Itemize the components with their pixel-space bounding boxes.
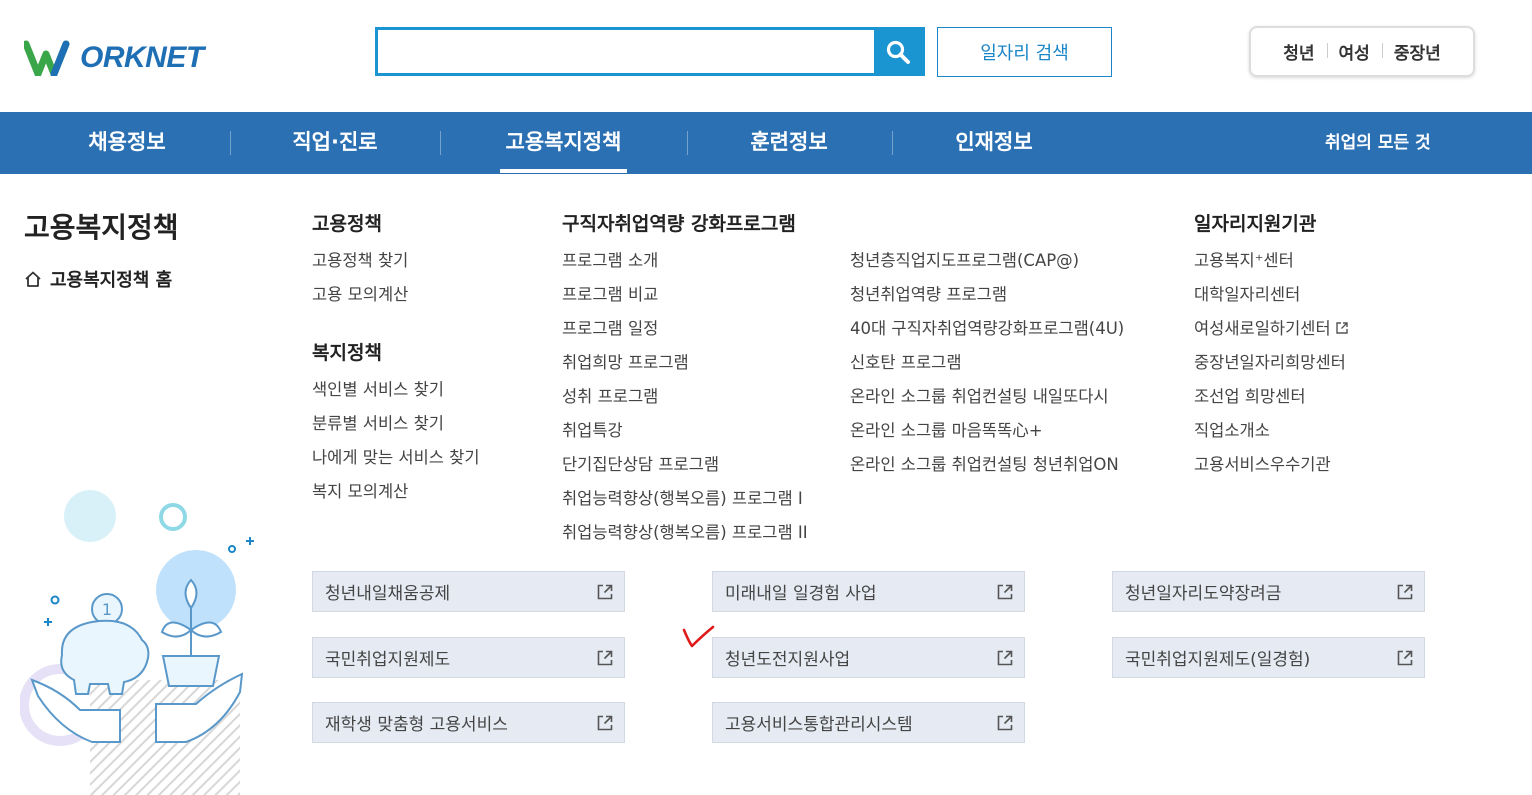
employment-policy-heading: 고용정책 xyxy=(312,213,382,235)
external-link-icon xyxy=(597,715,613,730)
external-link-icon xyxy=(997,715,1013,730)
menu-link[interactable]: 취업희망 프로그램 xyxy=(562,349,689,373)
quick-link-label: 청년일자리도약장려금 xyxy=(1125,584,1282,604)
quick-link-label: 청년도전지원사업 xyxy=(725,650,851,670)
nav-divider xyxy=(687,131,688,155)
menu-link[interactable]: 청년층직업지도프로그램(CAP@) xyxy=(850,247,1079,271)
menu-link[interactable]: 온라인 소그룹 취업컨설팅 내일또다시 xyxy=(850,383,1109,407)
menu-link[interactable]: 중장년일자리희망센터 xyxy=(1194,349,1346,373)
welfare-policy-heading: 복지정책 xyxy=(312,342,382,364)
menu-link[interactable]: 분류별 서비스 찾기 xyxy=(312,410,444,434)
quick-link[interactable]: 청년내일채움공제 xyxy=(312,571,625,612)
external-link-icon xyxy=(1397,584,1413,599)
svg-text:1: 1 xyxy=(102,600,112,619)
search-box xyxy=(375,27,925,76)
quick-link[interactable]: 청년도전지원사업 xyxy=(712,637,1025,678)
menu-link[interactable]: 고용서비스우수기관 xyxy=(1194,451,1331,475)
menu-link[interactable]: 조선업 희망센터 xyxy=(1194,383,1306,407)
quick-link[interactable]: 고용서비스통합관리시스템 xyxy=(712,702,1025,743)
header: ORKNET 일자리 검색 청년 여성 중장년 xyxy=(0,0,1532,112)
external-link-icon xyxy=(597,584,613,599)
quick-link-label: 재학생 맞춤형 고용서비스 xyxy=(325,715,508,735)
menu-link[interactable]: 복지 모의계산 xyxy=(312,478,408,502)
menu-link[interactable]: 단기집단상담 프로그램 xyxy=(562,451,719,475)
nav-talent[interactable]: 인재정보 xyxy=(951,112,1037,174)
menu-link[interactable]: 온라인 소그룹 취업컨설팅 청년취업ON xyxy=(850,451,1119,475)
quick-link[interactable]: 미래내일 일경험 사업 xyxy=(712,571,1025,612)
menu-link[interactable]: 취업특강 xyxy=(562,417,623,441)
menu-link[interactable]: 색인별 서비스 찾기 xyxy=(312,376,444,400)
menu-link[interactable]: 취업능력향상(행복오름) 프로그램 I xyxy=(562,485,803,509)
quick-link[interactable]: 국민취업지원제도 xyxy=(312,637,625,678)
search-input[interactable] xyxy=(378,30,874,73)
section-home-label: 고용복지정책 홈 xyxy=(50,270,173,291)
section-home-link[interactable]: 고용복지정책 홈 xyxy=(24,266,172,292)
menu-link[interactable]: 나에게 맞는 서비스 찾기 xyxy=(312,444,480,468)
search-icon xyxy=(886,40,910,64)
programs-heading: 구직자취업역량 강화프로그램 xyxy=(562,213,796,235)
nav-active-indicator xyxy=(500,169,627,173)
home-icon xyxy=(25,271,41,287)
savings-illustration: 1 xyxy=(20,490,254,795)
menu-link[interactable]: 성취 프로그램 xyxy=(562,383,658,407)
nav-employment-welfare[interactable]: 고용복지정책 xyxy=(500,112,627,174)
menu-link[interactable]: 고용 모의계산 xyxy=(312,281,408,305)
worknet-logo[interactable]: ORKNET xyxy=(24,36,219,80)
menu-link[interactable]: 온라인 소그룹 마음똑똑心+ xyxy=(850,417,1043,441)
menu-link-external[interactable]: 여성새로일하기센터 xyxy=(1194,315,1349,339)
menu-link[interactable]: 청년취업역량 프로그램 xyxy=(850,281,1007,305)
nav-all-about-jobs[interactable]: 취업의 모든 것 xyxy=(1325,112,1431,174)
menu-link[interactable]: 프로그램 비교 xyxy=(562,281,658,305)
logo-text: ORKNET xyxy=(80,41,204,74)
external-link-icon xyxy=(1397,650,1413,665)
external-link-icon xyxy=(1335,322,1348,334)
menu-link-label: 여성새로일하기센터 xyxy=(1194,319,1331,338)
quick-link[interactable]: 재학생 맞춤형 고용서비스 xyxy=(312,702,625,743)
target-group-selector: 청년 여성 중장년 xyxy=(1249,26,1475,77)
target-middle-aged-link[interactable]: 중장년 xyxy=(1381,39,1453,64)
nav-divider xyxy=(892,131,893,155)
external-link-icon xyxy=(997,584,1013,599)
nav-divider xyxy=(230,131,231,155)
external-link-icon xyxy=(997,650,1013,665)
nav-training[interactable]: 훈련정보 xyxy=(746,112,832,174)
quick-link[interactable]: 국민취업지원제도(일경험) xyxy=(1112,637,1425,678)
menu-link[interactable]: 고용복지⁺센터 xyxy=(1194,247,1294,271)
quick-link-label: 미래내일 일경험 사업 xyxy=(725,584,877,604)
quick-link-label: 청년내일채움공제 xyxy=(325,584,451,604)
menu-link[interactable]: 직업소개소 xyxy=(1194,417,1270,441)
section-title: 고용복지정책 xyxy=(24,211,179,244)
main-nav: 채용정보 직업·진로 고용복지정책 훈련정보 인재정보 xyxy=(0,112,1532,174)
quick-link[interactable]: 청년일자리도약장려금 xyxy=(1112,571,1425,612)
nav-career[interactable]: 직업·진로 xyxy=(288,112,382,174)
search-button[interactable] xyxy=(874,30,922,73)
menu-link[interactable]: 40대 구직자취업역량강화프로그램(4U) xyxy=(850,315,1124,339)
menu-link[interactable]: 취업능력향상(행복오름) 프로그램 II xyxy=(562,519,808,543)
job-search-button[interactable]: 일자리 검색 xyxy=(937,27,1112,77)
check-mark-annotation xyxy=(682,625,715,648)
menu-link[interactable]: 프로그램 일정 xyxy=(562,315,658,339)
menu-link[interactable]: 프로그램 소개 xyxy=(562,247,658,271)
target-youth-link[interactable]: 청년 xyxy=(1271,39,1326,64)
menu-link[interactable]: 신호탄 프로그램 xyxy=(850,349,962,373)
menu-link[interactable]: 대학일자리센터 xyxy=(1194,281,1300,305)
quick-link-label: 국민취업지원제도 xyxy=(325,650,451,670)
nav-divider xyxy=(440,131,441,155)
target-women-link[interactable]: 여성 xyxy=(1326,39,1382,64)
nav-recruitment[interactable]: 채용정보 xyxy=(84,112,170,174)
external-link-icon xyxy=(597,650,613,665)
worknet-w-icon xyxy=(24,40,70,76)
menu-link[interactable]: 고용정책 찾기 xyxy=(312,247,408,271)
quick-link-label: 국민취업지원제도(일경험) xyxy=(1125,650,1311,670)
agencies-heading: 일자리지원기관 xyxy=(1194,213,1317,235)
quick-link-label: 고용서비스통합관리시스템 xyxy=(725,715,913,735)
